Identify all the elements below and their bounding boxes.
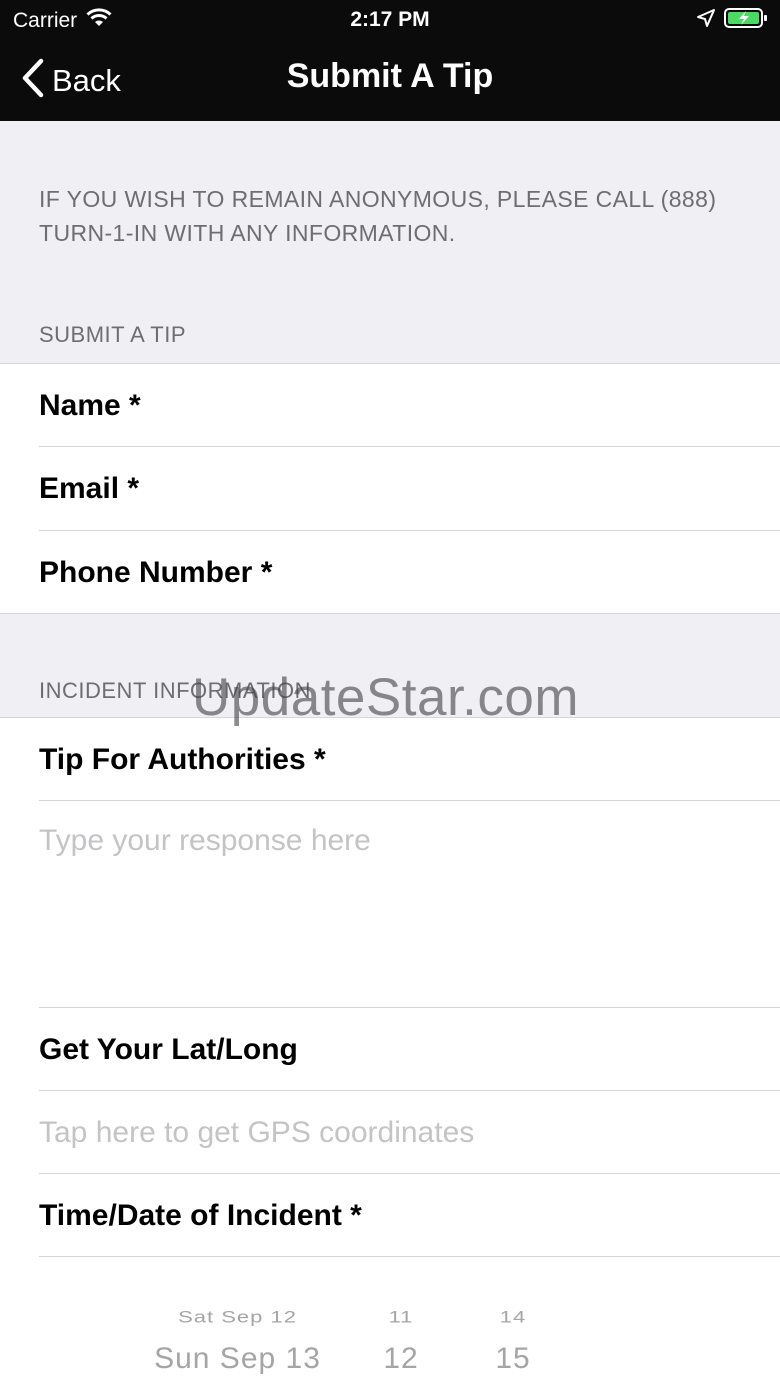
navigation-bar: Back Submit A Tip: [0, 40, 780, 121]
tip-for-authorities-row: Tip For Authorities *: [39, 718, 780, 801]
lat-long-row: Get Your Lat/Long: [39, 1008, 780, 1091]
email-label: Email *: [39, 471, 140, 505]
anonymous-notice: IF YOU WISH TO REMAIN ANONYMOUS, PLEASE …: [39, 186, 717, 246]
lat-long-label: Get Your Lat/Long: [39, 1032, 298, 1066]
location-arrow-icon: [696, 8, 716, 33]
picker-date-faint: [140, 1292, 335, 1300]
picker-hour-faint: [370, 1292, 432, 1300]
picker-hour-column[interactable]: 11 12: [370, 1288, 432, 1376]
email-field[interactable]: Email *: [39, 447, 780, 530]
picker-minute-faint: [482, 1292, 544, 1300]
time-date-label: Time/Date of Incident *: [39, 1198, 362, 1232]
picker-date-column[interactable]: Sat Sep 12 Sun Sep 13: [140, 1288, 335, 1376]
tip-label: Tip For Authorities *: [39, 742, 326, 776]
section-header-submit: SUBMIT A TIP: [39, 322, 187, 347]
battery-charging-icon: [724, 7, 768, 34]
time-date-row: Time/Date of Incident *: [39, 1174, 780, 1257]
picker-date-prev: Sat Sep 12: [178, 1307, 297, 1326]
contact-fields-group: Name * Email * Phone Number *: [0, 363, 780, 614]
divider: [39, 1256, 780, 1257]
status-time: 2:17 PM: [350, 8, 430, 31]
status-bar-right: [696, 7, 768, 34]
phone-number-label: Phone Number *: [39, 555, 273, 589]
picker-hour-selected: 12: [383, 1342, 419, 1375]
gps-coordinates-button[interactable]: Tap here to get GPS coordinates: [39, 1116, 474, 1150]
picker-minute-selected: 15: [495, 1342, 531, 1375]
page-title: Submit A Tip: [286, 57, 494, 95]
status-bar: Carrier 2:17 PM: [0, 0, 780, 40]
picker-minute-column[interactable]: 14 15: [482, 1288, 544, 1376]
date-time-picker[interactable]: Sat Sep 12 Sun Sep 13 11 12 14 15: [0, 1280, 780, 1387]
phone-number-field[interactable]: Phone Number *: [39, 531, 780, 614]
picker-date-selected: Sun Sep 13: [154, 1342, 321, 1375]
picker-hour-prev: 11: [388, 1307, 414, 1326]
picker-minute-prev: 14: [499, 1307, 527, 1326]
tip-response-textarea[interactable]: Type your response here: [39, 824, 371, 858]
divider: [39, 1090, 780, 1091]
name-field[interactable]: Name *: [39, 364, 780, 447]
divider: [39, 800, 780, 801]
name-label: Name *: [39, 388, 141, 422]
section-header-incident: INCIDENT INFORMATION: [39, 678, 311, 703]
